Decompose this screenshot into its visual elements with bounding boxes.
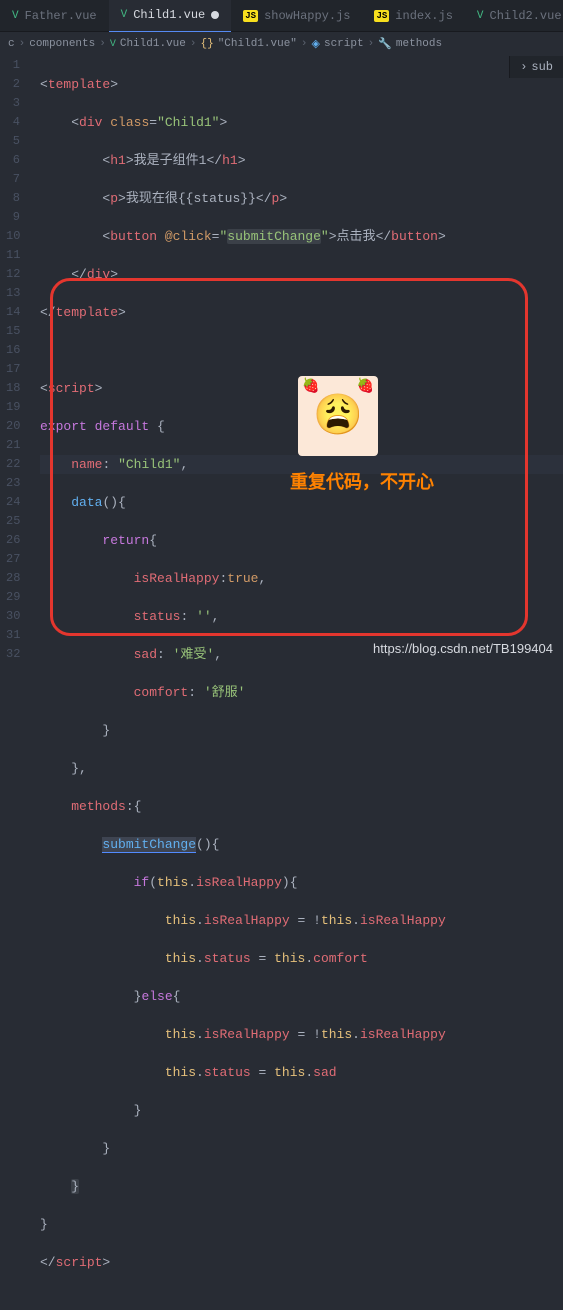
code-editor[interactable]: 1234567891011121314151617181920212223242… [0,56,563,1310]
line-numbers: 1234567891011121314151617181920212223242… [0,56,32,1310]
breadcrumb-item[interactable]: components [29,38,95,50]
braces-icon: {} [200,38,213,50]
strawberry-icon: 🍓 [357,378,374,395]
tab-father[interactable]: V Father.vue [0,0,109,32]
code-content[interactable]: <template> <div class="Child1"> <h1>我是子组… [32,56,563,1310]
breadcrumb-item[interactable]: "Child1.vue" [218,38,297,50]
tab-label: index.js [395,9,453,23]
chevron-right-icon: › [190,38,197,50]
meme-image: 🍓 🍓 [298,376,378,456]
cube-icon: ◈ [312,37,320,51]
tab-label: Child1.vue [133,8,205,22]
tab-label: Father.vue [25,9,97,23]
vue-icon: V [12,10,19,22]
vue-icon: V [121,9,128,21]
tab-showhappy[interactable]: JS showHappy.js [231,0,362,32]
breadcrumb-item[interactable]: script [324,38,364,50]
breadcrumb-item[interactable]: Child1.vue [120,38,186,50]
chevron-right-icon: › [301,38,308,50]
tab-index[interactable]: JS index.js [362,0,464,32]
js-icon: JS [374,10,389,22]
annotation-text: 重复代码，不开心 [290,468,434,494]
unsaved-dot-icon [211,11,219,19]
tab-child2[interactable]: V Child2.vue [465,0,563,32]
vue-icon: V [110,39,116,50]
breadcrumb-item[interactable]: c [8,38,15,50]
vue-icon: V [477,10,484,22]
tab-label: showHappy.js [264,9,350,23]
watermark: https://blog.csdn.net/TB199404 [373,641,553,656]
wrench-icon: 🔧 [378,37,392,51]
tab-child1[interactable]: V Child1.vue [109,0,232,32]
chevron-right-icon: › [99,38,106,50]
breadcrumb-item[interactable]: methods [396,38,442,50]
editor-tabs: V Father.vue V Child1.vue JS showHappy.j… [0,0,563,32]
chevron-right-icon: › [368,38,375,50]
tab-label: Child2.vue [490,9,562,23]
breadcrumb[interactable]: c › components › V Child1.vue › {} "Chil… [0,32,563,56]
js-icon: JS [243,10,258,22]
chevron-right-icon: › [19,38,26,50]
strawberry-icon: 🍓 [302,378,319,395]
